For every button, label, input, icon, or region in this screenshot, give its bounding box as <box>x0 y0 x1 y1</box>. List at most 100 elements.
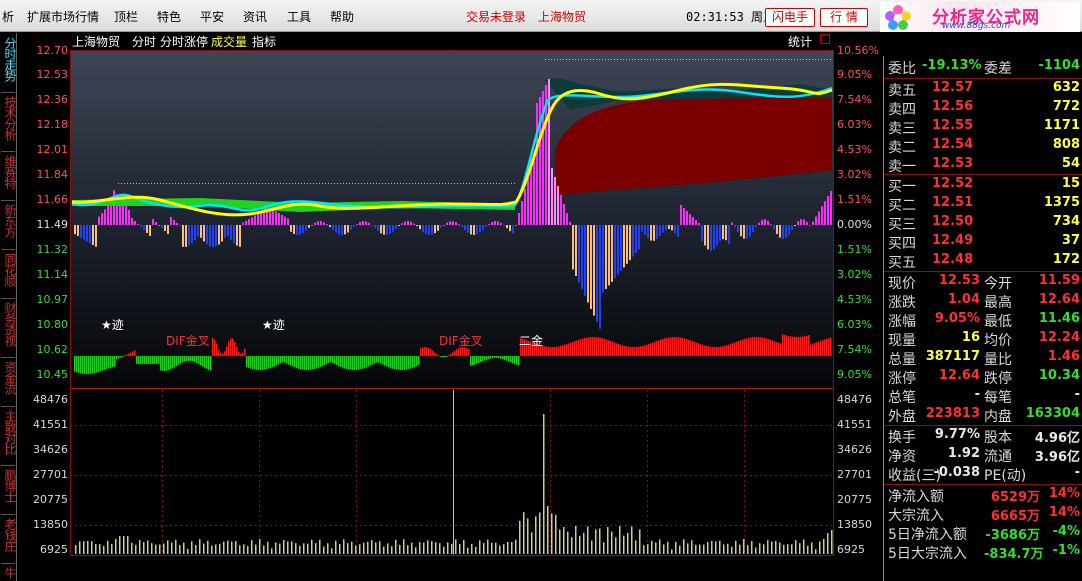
volume-bar <box>787 544 789 554</box>
volume-bar <box>651 540 653 554</box>
flow-value: -834.7万 <box>984 547 1044 562</box>
histogram-bar <box>710 225 712 251</box>
volume-bar <box>395 539 397 554</box>
histogram-bar <box>773 225 775 230</box>
volume-bar <box>807 545 809 554</box>
indicator-bar <box>356 356 358 370</box>
indicator-bar <box>472 356 474 366</box>
volume-bar <box>543 414 545 554</box>
indicator-bar <box>186 356 188 362</box>
volume-bar <box>571 537 573 554</box>
indicator-bar <box>716 346 718 356</box>
bid-row[interactable]: 买一 12.52 15 <box>884 176 1082 195</box>
indicator-bar <box>588 337 590 356</box>
indicator-bar <box>574 341 576 356</box>
pct-tick: 0.00% <box>837 218 872 231</box>
indicator-bar <box>544 346 546 356</box>
histogram-bar <box>554 177 556 225</box>
indicator-bar <box>682 337 684 356</box>
volume-bar <box>163 543 165 554</box>
tab-volume[interactable]: 成交量 <box>211 33 247 50</box>
indicator-bar <box>736 341 738 356</box>
volume-bar <box>567 531 569 554</box>
indicator-bar <box>518 356 520 366</box>
bid-row[interactable]: 买二 12.51 1375 <box>884 195 1082 214</box>
volume-bar <box>319 539 321 554</box>
indicator-bar <box>372 356 374 365</box>
ask-row[interactable]: 卖一 12.53 54 <box>884 156 1082 175</box>
quote-value: 16 <box>961 330 980 345</box>
indicator-bar <box>404 356 406 370</box>
quote-panel: 委比 -19.13% 委差 -1104 卖五 12.57 632 卖四 12.5… <box>883 56 1082 581</box>
indicator-bar <box>634 346 636 356</box>
indicator-bar <box>192 356 194 362</box>
indicator-bar <box>778 342 780 356</box>
volume-bar <box>391 546 393 554</box>
volume-bar <box>527 518 529 554</box>
indicator-bar <box>480 356 482 363</box>
indicator-bar <box>110 356 112 368</box>
price-tick: 11.49 <box>36 218 69 231</box>
indicator-bar <box>758 337 760 356</box>
bid-volume: 15 <box>1061 176 1080 191</box>
histogram-bar <box>359 222 361 225</box>
bid-row[interactable]: 买三 12.50 734 <box>884 214 1082 233</box>
volume-bar <box>183 542 185 554</box>
histogram-bar <box>827 196 829 225</box>
indicator-bar <box>92 356 94 374</box>
ask-row[interactable]: 卖二 12.54 808 <box>884 137 1082 156</box>
bid-row[interactable]: 买四 12.49 37 <box>884 233 1082 252</box>
indicator-bar <box>382 356 384 365</box>
bid-level-label: 买五 <box>888 255 916 271</box>
indicator-bar <box>600 337 602 356</box>
indicator-bar <box>312 356 314 370</box>
indicator-bar <box>822 340 824 356</box>
volume-bar <box>119 536 121 554</box>
ask-price: 12.55 <box>932 118 974 133</box>
volume-bar <box>255 544 257 554</box>
indicator-bar <box>690 340 692 356</box>
stats-toggle[interactable] <box>820 34 830 44</box>
histogram-bar <box>242 222 244 225</box>
bid-row[interactable]: 买五 12.48 172 <box>884 252 1082 271</box>
indicator-bar <box>470 356 472 366</box>
histogram-bar <box>305 225 307 231</box>
stats-button[interactable]: 统计 <box>788 33 812 50</box>
indicator-bar <box>686 339 688 356</box>
indicator-bar <box>322 356 324 367</box>
bid-volume: 734 <box>1052 214 1080 229</box>
indicator-bar <box>772 340 774 356</box>
volume-bar <box>823 539 825 554</box>
histogram-bar <box>251 217 253 225</box>
volume-bar <box>659 539 661 554</box>
ask-row[interactable]: 卖四 12.56 772 <box>884 99 1082 118</box>
ask-row[interactable]: 卖三 12.55 1171 <box>884 118 1082 137</box>
volume-bar <box>283 540 285 554</box>
indicator-bar <box>266 356 268 370</box>
histogram-bar <box>224 225 226 238</box>
volume-bar <box>587 526 589 554</box>
ask-row[interactable]: 卖五 12.57 632 <box>884 80 1082 99</box>
indicator-bar <box>718 346 720 356</box>
histogram-bar <box>680 205 682 225</box>
tab-minute-limit[interactable]: 分时涨停 <box>160 33 208 50</box>
indicator-bar <box>274 356 276 367</box>
histogram-bar <box>326 224 328 226</box>
bid-level-label: 买二 <box>888 198 916 214</box>
tab-indicator[interactable]: 指标 <box>252 33 276 50</box>
tab-minute[interactable]: 分时 <box>132 33 156 50</box>
indicator-bar <box>742 339 744 356</box>
volume-bar <box>451 543 453 554</box>
indicator-bar <box>712 346 714 356</box>
indicator-bar <box>792 336 794 356</box>
indicator-bar <box>688 339 690 356</box>
histogram-bar <box>506 225 508 229</box>
indicator-bar <box>328 356 330 363</box>
indicator-bar <box>636 346 638 356</box>
pct-tick: 4.53% <box>837 143 872 156</box>
weibi-value: -19.13% <box>922 58 982 73</box>
volume-bar <box>347 543 349 554</box>
indicator-bar <box>554 346 556 356</box>
histogram-bar <box>137 224 139 225</box>
indicator-bar <box>216 343 218 356</box>
